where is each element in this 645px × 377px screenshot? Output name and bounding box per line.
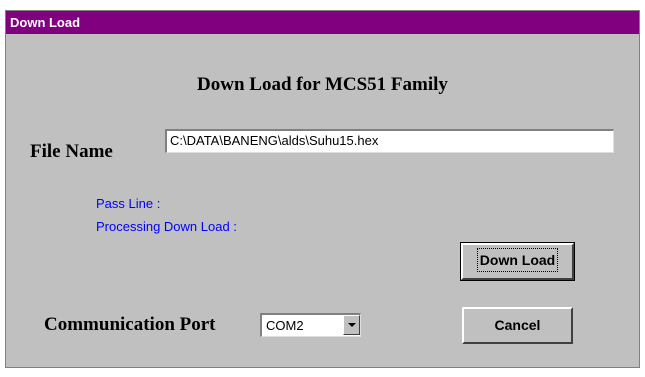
communication-port-label: Communication Port (44, 314, 216, 335)
download-dialog: Down Load Down Load for MCS51 Family Fil… (5, 10, 640, 368)
chevron-down-icon[interactable] (343, 315, 360, 335)
cancel-button[interactable]: Cancel (462, 307, 573, 344)
download-button-label: Down Load (476, 248, 559, 272)
pass-line-status: Pass Line : (96, 196, 161, 211)
communication-port-value: COM2 (266, 318, 304, 333)
communication-port-select[interactable]: COM2 (260, 313, 361, 337)
processing-status: Processing Down Load : (96, 219, 237, 234)
file-name-label: File Name (30, 141, 113, 162)
window-title: Down Load (6, 11, 639, 34)
file-name-input[interactable]: C:\DATA\BANENG\alds\Suhu15.hex (165, 129, 614, 153)
dialog-heading: Down Load for MCS51 Family (197, 74, 448, 95)
download-button[interactable]: Down Load (460, 242, 575, 281)
